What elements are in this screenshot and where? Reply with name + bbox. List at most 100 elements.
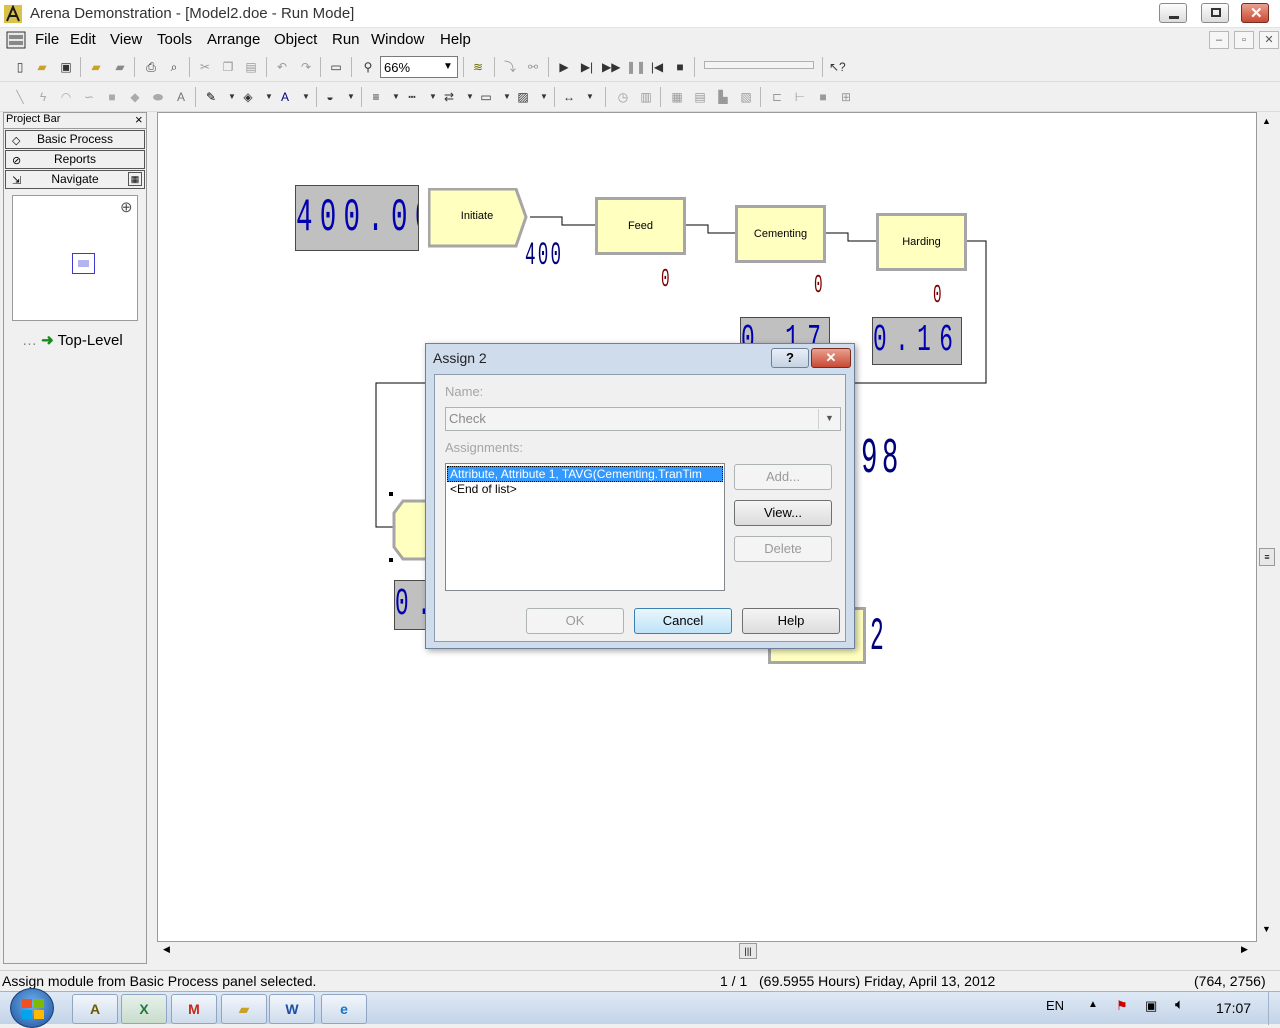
layers-icon[interactable]: ≋: [470, 59, 486, 75]
menu-edit[interactable]: Edit: [70, 31, 96, 48]
scroll-left-icon[interactable]: ◀: [163, 944, 170, 955]
text-icon[interactable]: A: [173, 89, 189, 105]
name-dropdown-button[interactable]: ▼: [818, 409, 839, 429]
chevron-down-icon[interactable]: ▼: [224, 89, 240, 105]
zoom-select[interactable]: 66% ▼: [380, 56, 458, 78]
tree-item-top-level[interactable]: … ➜ Top-Level: [22, 331, 123, 349]
fill-color-icon[interactable]: ◈: [240, 89, 256, 105]
chevron-down-icon[interactable]: ▼: [536, 89, 552, 105]
menu-help[interactable]: Help: [440, 31, 471, 48]
dialog-help-button[interactable]: ?: [771, 348, 809, 368]
vertical-scrollbar[interactable]: ▲ ≡ ▼: [1258, 112, 1276, 942]
chevron-down-icon[interactable]: ▼: [261, 89, 277, 105]
taskbar-explorer-button[interactable]: ▰: [221, 994, 267, 1024]
harding-module[interactable]: Harding: [876, 213, 967, 271]
line-style-icon[interactable]: ┅: [404, 89, 420, 105]
template-attach-icon[interactable]: ▰: [88, 59, 104, 75]
volume-icon[interactable]: 🔈︎: [1175, 996, 1184, 1013]
parking-icon[interactable]: ⊞: [838, 89, 854, 105]
line-color-icon[interactable]: ✎: [203, 89, 219, 105]
paste-icon[interactable]: ▤: [243, 59, 259, 75]
chevron-down-icon[interactable]: ▼: [388, 89, 404, 105]
step-icon[interactable]: ▶|: [579, 59, 595, 75]
date-icon[interactable]: ▥: [638, 89, 654, 105]
histogram-icon[interactable]: ▙: [715, 89, 731, 105]
assignments-list[interactable]: Attribute, Attribute 1, TAVG(Cementing.T…: [445, 463, 725, 591]
menu-arrange[interactable]: Arrange: [207, 31, 260, 48]
scroll-right-icon[interactable]: ▶: [1241, 944, 1248, 955]
taskbar-word-button[interactable]: W: [269, 994, 315, 1024]
cementing-module[interactable]: Cementing: [735, 205, 826, 263]
cut-icon[interactable]: ✂: [197, 59, 213, 75]
taskbar-ie-button[interactable]: e: [321, 994, 367, 1024]
action-center-icon[interactable]: ⚑: [1116, 998, 1128, 1014]
view-button[interactable]: View...: [734, 500, 832, 526]
chevron-down-icon[interactable]: ▼: [298, 89, 314, 105]
list-item[interactable]: <End of list>: [450, 482, 517, 496]
animation-speed-slider[interactable]: [704, 61, 814, 69]
add-view-icon[interactable]: ⊕: [120, 198, 133, 216]
fast-forward-icon[interactable]: ▶▶: [602, 59, 620, 75]
show-dimensions-icon[interactable]: ↔: [561, 89, 577, 105]
line-icon[interactable]: ╲: [12, 89, 28, 105]
ok-button[interactable]: OK: [526, 608, 624, 634]
storage-icon[interactable]: ⊢: [792, 89, 808, 105]
panel-navigate[interactable]: ⇲ Navigate ▦: [5, 170, 145, 189]
selection-handle[interactable]: [389, 558, 393, 562]
network-icon[interactable]: ▣: [1145, 998, 1157, 1014]
mdi-close-button[interactable]: ✕: [1259, 31, 1279, 49]
clock-icon[interactable]: ◷: [615, 89, 631, 105]
end-icon[interactable]: ■: [672, 59, 688, 75]
polygon-icon[interactable]: ◆: [127, 89, 143, 105]
start-over-icon[interactable]: |◀: [649, 59, 665, 75]
close-button[interactable]: ✕: [1241, 3, 1269, 23]
chevron-down-icon[interactable]: ▼: [462, 89, 478, 105]
mdi-restore-button[interactable]: ▫: [1234, 31, 1254, 49]
language-indicator[interactable]: EN: [1046, 998, 1064, 1013]
print-preview-icon[interactable]: ⌕: [166, 59, 182, 75]
start-button[interactable]: [10, 988, 54, 1028]
whats-this-help-icon[interactable]: ↖?: [829, 59, 846, 75]
menu-tools[interactable]: Tools: [157, 31, 192, 48]
list-item-selected[interactable]: Attribute, Attribute 1, TAVG(Cementing.T…: [447, 466, 723, 482]
bezier-icon[interactable]: ∽: [81, 89, 97, 105]
scroll-down-icon[interactable]: ▼: [1262, 924, 1271, 934]
chevron-down-icon[interactable]: ▼: [343, 89, 359, 105]
arc-icon[interactable]: ◠: [58, 89, 74, 105]
level-icon[interactable]: ▤: [692, 89, 708, 105]
clock[interactable]: 17:07: [1216, 1000, 1251, 1016]
new-icon[interactable]: ▯: [12, 59, 28, 75]
help-button[interactable]: Help: [742, 608, 840, 634]
restore-button[interactable]: [1201, 3, 1229, 23]
undo-icon[interactable]: ↶: [274, 59, 290, 75]
menu-window[interactable]: Window: [371, 31, 424, 48]
scroll-thumb[interactable]: |||: [739, 943, 757, 959]
selection-handle[interactable]: [389, 492, 393, 496]
print-icon[interactable]: ⎙: [143, 59, 159, 75]
pause-icon[interactable]: ❚❚: [626, 59, 646, 75]
panel-basic-process[interactable]: ◇ Basic Process: [5, 130, 145, 149]
feed-module[interactable]: Feed: [595, 197, 686, 255]
thumbnail-toggle-icon[interactable]: ▦: [128, 172, 142, 186]
seize-icon[interactable]: ■: [815, 89, 831, 105]
chevron-down-icon[interactable]: ▼: [582, 89, 598, 105]
show-desktop-button[interactable]: [1268, 992, 1280, 1025]
scroll-thumb[interactable]: ≡: [1259, 548, 1275, 566]
fill-pattern-icon[interactable]: ▨: [515, 89, 531, 105]
menu-run[interactable]: Run: [332, 31, 360, 48]
show-hidden-icons-icon[interactable]: ▲: [1088, 999, 1098, 1010]
template-detach-icon[interactable]: ▰: [112, 59, 128, 75]
taskbar-excel-button[interactable]: X: [121, 994, 167, 1024]
horizontal-scrollbar[interactable]: ◀ ||| ▶: [157, 942, 1257, 960]
redo-icon[interactable]: ↷: [298, 59, 314, 75]
menu-file[interactable]: File: [35, 31, 59, 48]
submodel-icon[interactable]: ⤵: [502, 59, 518, 75]
connect-icon[interactable]: ⚯: [525, 59, 541, 75]
line-width-icon[interactable]: ≡: [368, 89, 384, 105]
mdi-minimize-button[interactable]: –: [1209, 31, 1229, 49]
close-icon[interactable]: ×: [135, 112, 143, 127]
panel-reports[interactable]: ⊘ Reports: [5, 150, 145, 169]
name-combobox[interactable]: Check ▼: [445, 407, 841, 431]
save-icon[interactable]: ▣: [58, 59, 74, 75]
box-icon[interactable]: ■: [104, 89, 120, 105]
